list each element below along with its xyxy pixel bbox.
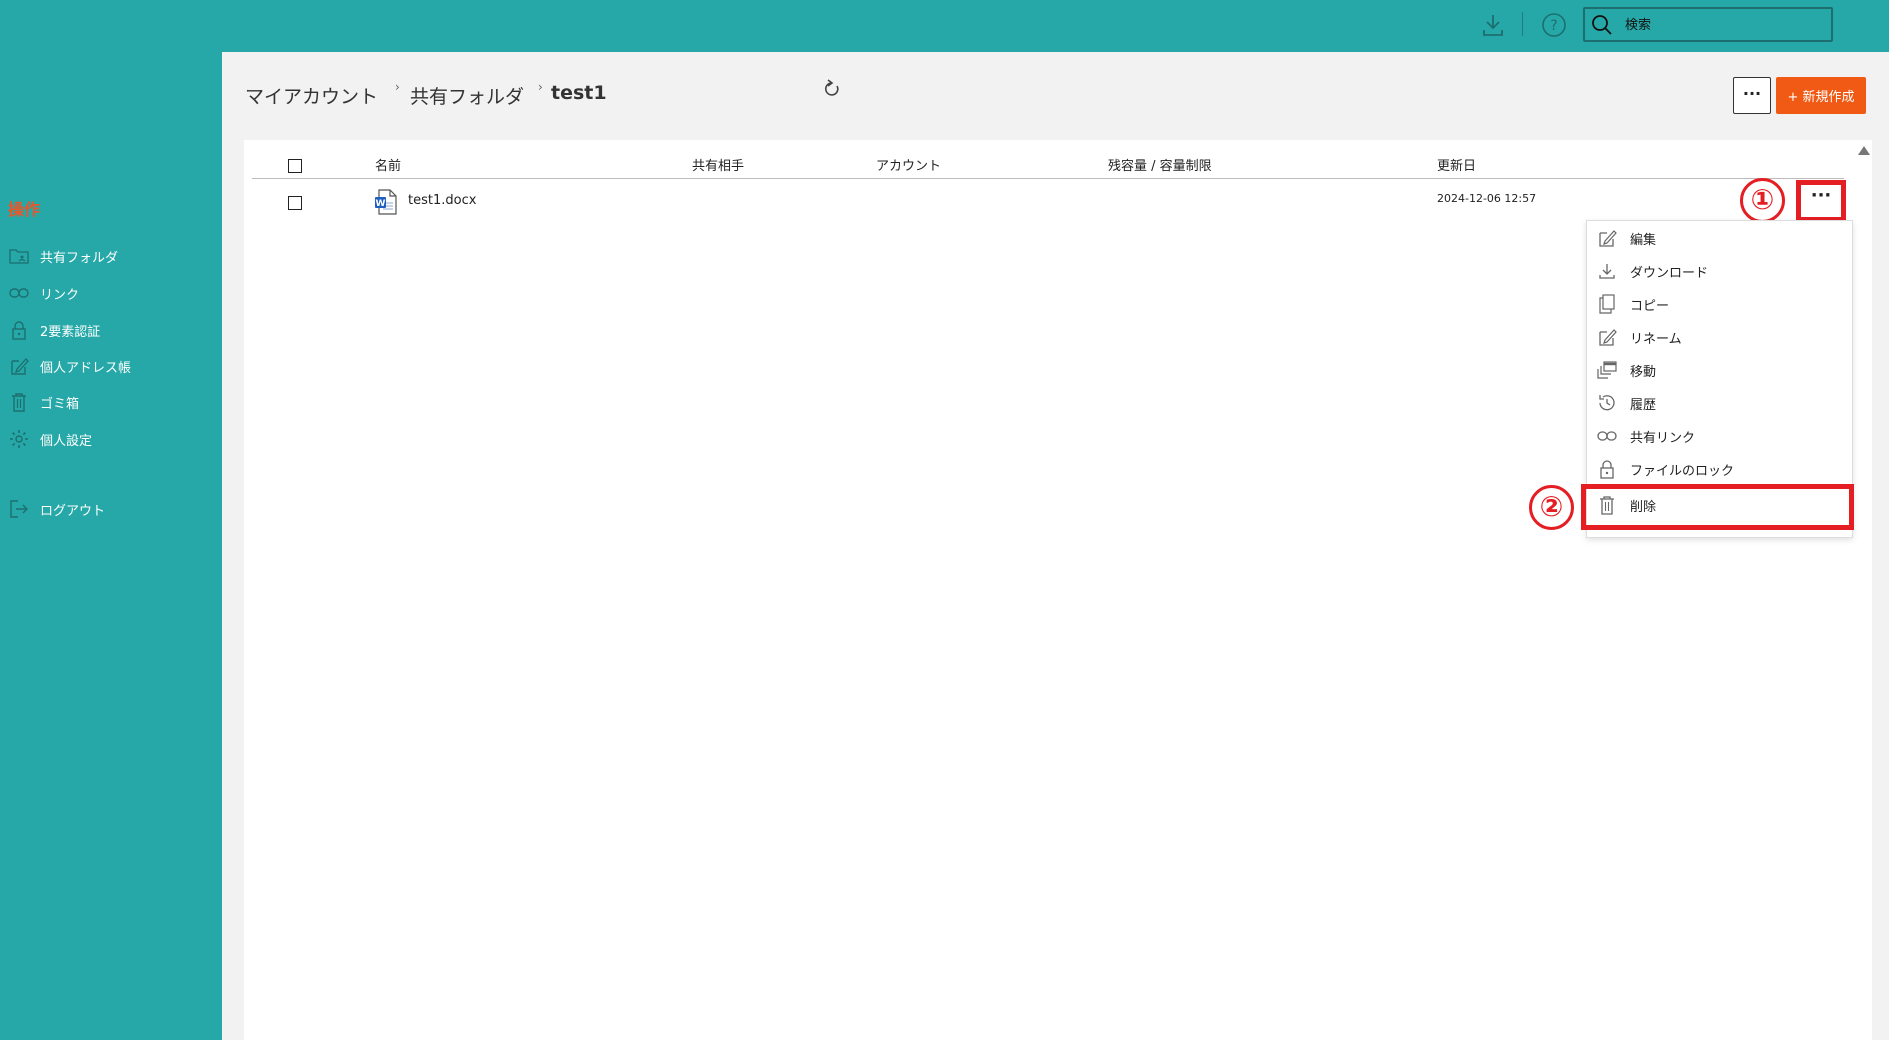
menu-item-move[interactable]: 移動 xyxy=(1587,354,1852,386)
menu-item-rename[interactable]: リネーム xyxy=(1587,321,1852,353)
menu-item-lock[interactable]: ファイルのロック xyxy=(1587,453,1852,485)
new-create-button[interactable]: + 新規作成 xyxy=(1776,77,1866,114)
trash-icon xyxy=(8,392,30,412)
download-icon xyxy=(1597,261,1617,281)
edit-icon xyxy=(8,356,30,376)
sidebar-item-label: 2要素認証 xyxy=(40,324,101,340)
menu-item-label: ファイルのロック xyxy=(1630,463,1735,479)
menu-item-label: コピー xyxy=(1630,298,1670,314)
search-icon xyxy=(1592,15,1612,35)
sidebar-item-label: 個人設定 xyxy=(40,433,93,449)
menu-item-label: 編集 xyxy=(1630,232,1657,248)
rename-icon xyxy=(1597,327,1617,347)
menu-item-label: ダウンロード xyxy=(1630,265,1709,281)
file-name[interactable]: test1.docx xyxy=(408,193,476,208)
lock-icon xyxy=(1597,459,1617,479)
breadcrumb-current: test1 xyxy=(551,82,607,104)
menu-item-history[interactable]: 履歴 xyxy=(1587,387,1852,419)
edit-icon xyxy=(1597,228,1617,248)
lock-icon xyxy=(8,320,30,340)
history-icon xyxy=(1597,393,1617,413)
chevron-right-icon: › xyxy=(538,80,543,94)
menu-item-copy[interactable]: コピー xyxy=(1587,288,1852,320)
column-header-name[interactable]: 名前 xyxy=(375,155,401,174)
column-header-updated[interactable]: 更新日 xyxy=(1437,155,1476,174)
sidebar-item-shared-folder[interactable]: 共有フォルダ xyxy=(8,244,118,268)
menu-item-label: リネーム xyxy=(1630,331,1682,347)
file-list-panel: 名前 共有相手 アカウント 残容量 / 容量制限 更新日 W test1.doc… xyxy=(244,140,1872,1040)
sidebar-item-trash[interactable]: ゴミ箱 xyxy=(8,390,79,414)
download-icon[interactable] xyxy=(1481,12,1505,38)
menu-item-label: 履歴 xyxy=(1630,397,1657,413)
breadcrumb-shared-folder[interactable]: 共有フォルダ xyxy=(410,82,524,109)
column-header-quota[interactable]: 残容量 / 容量制限 xyxy=(1108,155,1212,174)
folder-icon xyxy=(8,246,30,266)
sidebar-item-settings[interactable]: 個人設定 xyxy=(8,427,92,451)
select-all-checkbox[interactable] xyxy=(288,159,302,173)
sidebar-item-label: 個人アドレス帳 xyxy=(40,360,132,376)
column-header-account[interactable]: アカウント xyxy=(876,155,941,174)
top-bar: ? xyxy=(0,0,1889,52)
sidebar: 操作 共有フォルダ リンク 2要素認証 個人アドレス帳 ゴミ箱 個人設定 ログア… xyxy=(0,52,222,1040)
svg-text:?: ? xyxy=(1550,18,1557,34)
gear-icon xyxy=(8,429,30,449)
link-icon xyxy=(8,283,30,303)
sidebar-item-link[interactable]: リンク xyxy=(8,281,79,305)
move-icon xyxy=(1597,360,1617,380)
scroll-up-arrow[interactable] xyxy=(1858,146,1870,155)
sidebar-heading: 操作 xyxy=(8,200,41,219)
main-content: マイアカウント › 共有フォルダ › test1 ··· + 新規作成 名前 共… xyxy=(222,52,1889,1040)
word-file-icon: W xyxy=(374,189,398,215)
svg-text:W: W xyxy=(376,199,386,209)
logout-icon xyxy=(8,499,30,519)
menu-item-label: 共有リンク xyxy=(1630,430,1696,446)
sidebar-item-label: ログアウト xyxy=(40,503,106,519)
sidebar-item-label: 共有フォルダ xyxy=(40,250,119,266)
search-box[interactable] xyxy=(1583,7,1833,42)
copy-icon xyxy=(1597,294,1617,314)
highlight-box-step2 xyxy=(1581,484,1854,530)
column-header-shared-with[interactable]: 共有相手 xyxy=(692,155,744,174)
sidebar-item-2fa[interactable]: 2要素認証 xyxy=(8,318,100,342)
menu-item-share-link[interactable]: 共有リンク xyxy=(1587,420,1852,452)
more-options-button[interactable]: ··· xyxy=(1733,77,1771,114)
highlight-box-step1 xyxy=(1796,180,1846,222)
link-icon xyxy=(1597,426,1617,446)
sidebar-item-logout[interactable]: ログアウト xyxy=(8,497,105,521)
help-icon[interactable]: ? xyxy=(1541,12,1567,38)
sidebar-item-label: ゴミ箱 xyxy=(40,396,80,412)
annotation-step1: ① xyxy=(1740,178,1785,223)
menu-item-edit[interactable]: 編集 xyxy=(1587,222,1852,254)
menu-item-label: 移動 xyxy=(1630,364,1657,380)
chevron-right-icon: › xyxy=(395,80,400,94)
header-divider xyxy=(252,178,1844,179)
file-updated-date: 2024-12-06 12:57 xyxy=(1437,192,1537,205)
row-checkbox[interactable] xyxy=(288,196,302,210)
annotation-step2: ② xyxy=(1529,485,1574,530)
refresh-icon[interactable] xyxy=(822,78,842,100)
sidebar-item-label: リンク xyxy=(40,287,80,303)
sidebar-item-address-book[interactable]: 個人アドレス帳 xyxy=(8,354,131,378)
topbar-divider xyxy=(1522,12,1523,36)
search-input[interactable] xyxy=(1625,15,1825,35)
breadcrumb-my-account[interactable]: マイアカウント xyxy=(245,82,378,109)
menu-item-download[interactable]: ダウンロード xyxy=(1587,255,1852,287)
